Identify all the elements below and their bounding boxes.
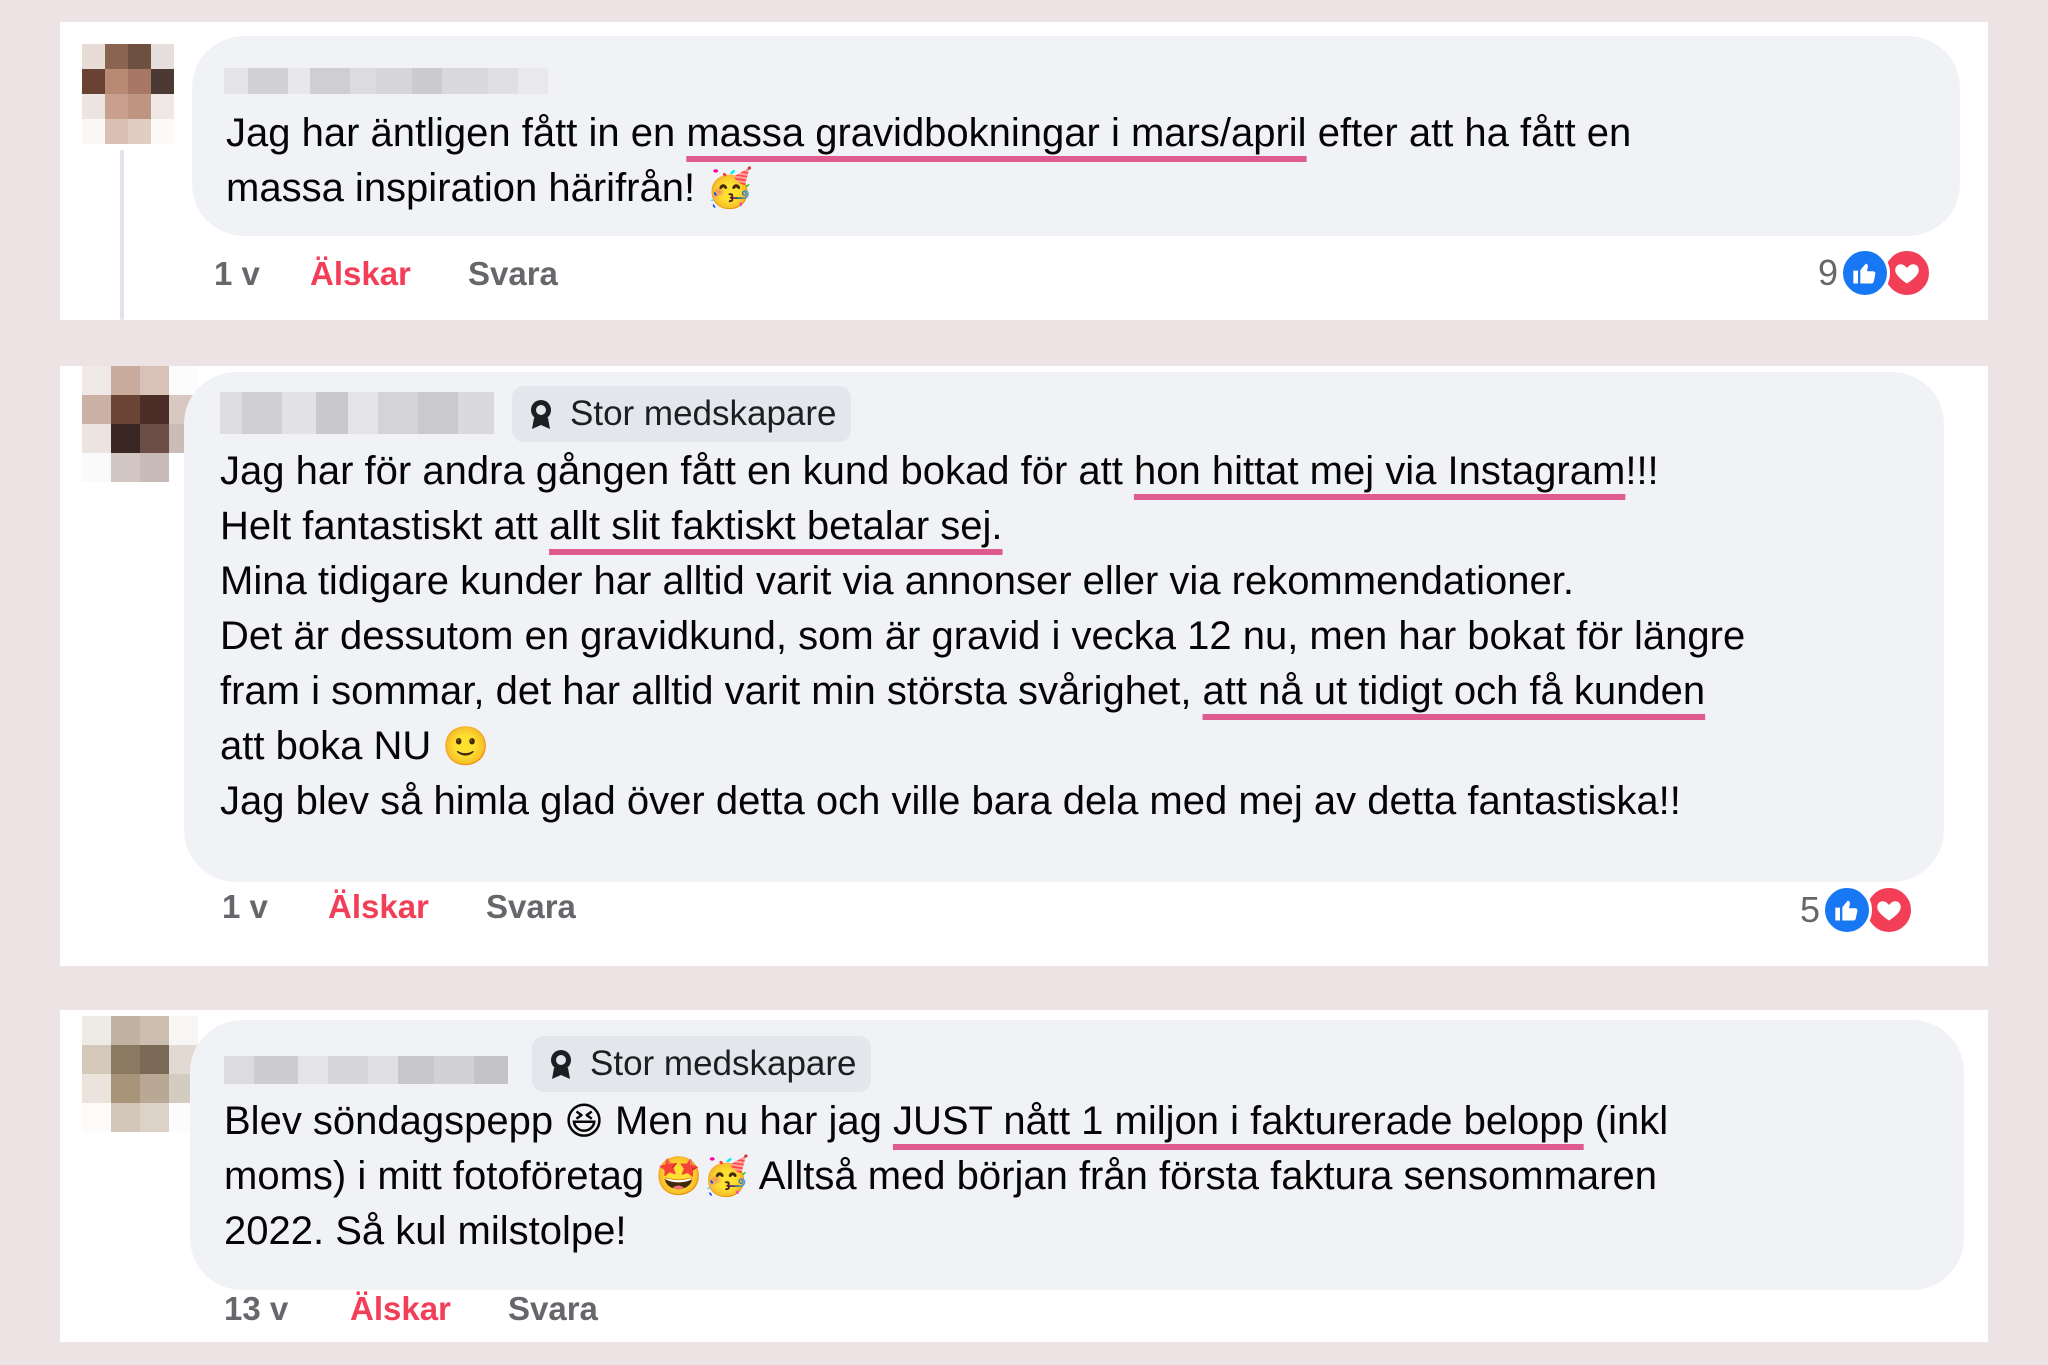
comment-line: moms) i mitt fotoföretag 🤩🥳 Alltså med b… <box>224 1149 1668 1204</box>
comment-time[interactable]: 1 v <box>214 255 260 293</box>
comment-line: Mina tidigare kunder har alltid varit vi… <box>220 554 1745 609</box>
comment-line: fram i sommar, det har alltid varit min … <box>220 664 1745 719</box>
comment-text-segment: Alltså med början från första faktura se… <box>749 1154 1657 1198</box>
award-icon <box>551 1050 571 1079</box>
avatar[interactable] <box>82 1016 198 1132</box>
comment-text-segment: fram i sommar, det har alltid varit min … <box>220 669 1203 713</box>
like-icon <box>1840 248 1891 298</box>
emoji: 😆 <box>564 1099 604 1143</box>
comment-line: Blev söndagspepp 😆 Men nu har jag JUST n… <box>224 1094 1668 1149</box>
reaction-summary[interactable]: 5 <box>1800 882 1915 938</box>
comment-line: Jag har för andra gången fått en kund bo… <box>220 444 1745 499</box>
top-contributor-badge[interactable]: Stor medskapare <box>532 1036 871 1092</box>
comment-card: Jag har äntligen fått in en massa gravid… <box>60 22 1988 320</box>
emoji: 🥳 <box>706 166 754 210</box>
reply-button[interactable]: Svara <box>508 1290 598 1328</box>
comment-line: massa inspiration härifrån! 🥳 <box>226 161 1631 216</box>
comment-text-segment: Blev söndagspepp <box>224 1099 565 1143</box>
emoji: 🤩🥳 <box>655 1154 750 1198</box>
comment-text-segment: Men nu har jag <box>603 1099 893 1143</box>
avatar[interactable] <box>82 44 174 144</box>
reaction-count: 5 <box>1800 889 1821 930</box>
comment-text: Blev söndagspepp 😆 Men nu har jag JUST n… <box>224 1094 1668 1259</box>
comment-text-segment: Mina tidigare kunder har alltid varit vi… <box>220 559 1575 603</box>
comment-line: 2022. Så kul milstolpe! <box>224 1204 1668 1259</box>
love-reaction-button[interactable]: Älskar <box>350 1290 451 1328</box>
highlighted-text: hon hittat mej via Instagram <box>1133 449 1626 493</box>
comment-text-segment: !!! <box>1625 449 1659 493</box>
reaction-summary[interactable]: 9 <box>1818 245 1933 301</box>
top-contributor-badge[interactable]: Stor medskapare <box>512 386 851 442</box>
highlighted-text: massa gravidbokningar i mars/april <box>686 111 1307 155</box>
love-reaction-button[interactable]: Älskar <box>328 888 429 926</box>
avatar[interactable] <box>82 366 198 482</box>
like-icon <box>1822 885 1873 935</box>
comment-line: Jag blev så himla glad över detta och vi… <box>220 774 1745 829</box>
thread-line <box>120 150 124 320</box>
comment-text-segment: 2022. Så kul milstolpe! <box>224 1209 627 1253</box>
emoji: 🙂 <box>442 724 490 768</box>
highlighted-text: att nå ut tidigt och få kunden <box>1202 669 1706 713</box>
author-name-blurred[interactable] <box>224 1056 508 1084</box>
comment-text-segment: Jag har för andra gången fått en kund bo… <box>220 449 1134 493</box>
author-name-blurred[interactable] <box>224 68 548 94</box>
reply-button[interactable]: Svara <box>468 255 558 293</box>
reply-button[interactable]: Svara <box>486 888 576 926</box>
comment-text-segment: moms) i mitt fotoföretag <box>224 1154 656 1198</box>
comment-line: Helt fantastiskt att allt slit faktiskt … <box>220 499 1745 554</box>
reaction-count: 9 <box>1818 252 1839 293</box>
badge-label: Stor medskapare <box>570 394 837 433</box>
comment-text-segment: att boka NU <box>220 724 443 768</box>
comment-time[interactable]: 13 v <box>224 1290 288 1328</box>
highlighted-text: allt slit faktiskt betalar sej. <box>549 504 1003 548</box>
love-reaction-button[interactable]: Älskar <box>310 255 411 293</box>
comment-text-segment: Det är dessutom en gravidkund, som är gr… <box>220 614 1746 658</box>
comment-text-segment: efter att ha fått en <box>1306 111 1632 155</box>
comment-line: att boka NU 🙂 <box>220 719 1745 774</box>
badge-label: Stor medskapare <box>590 1044 857 1083</box>
comment-card: Stor medskapare Blev söndagspepp 😆 Men n… <box>60 1010 1988 1342</box>
comment-text: Jag har för andra gången fått en kund bo… <box>220 444 1745 829</box>
comment-text: Jag har äntligen fått in en massa gravid… <box>226 106 1631 216</box>
comment-line: Jag har äntligen fått in en massa gravid… <box>226 106 1631 161</box>
highlighted-text: JUST nått 1 miljon i fakturerade belopp <box>892 1099 1584 1143</box>
award-icon <box>531 400 551 429</box>
comment-text-segment: Jag blev så himla glad över detta och vi… <box>220 779 1681 823</box>
comment-time[interactable]: 1 v <box>222 888 268 926</box>
comment-text-segment: Jag har äntligen fått in en <box>226 111 687 155</box>
comment-text-segment: massa inspiration härifrån! <box>226 166 707 210</box>
comment-line: Det är dessutom en gravidkund, som är gr… <box>220 609 1745 664</box>
comment-text-segment: Helt fantastiskt att <box>220 504 550 548</box>
comment-card: Stor medskapare Jag har för andra gången… <box>60 366 1988 966</box>
author-name-blurred[interactable] <box>220 392 494 434</box>
comment-text-segment: (inkl <box>1583 1099 1669 1143</box>
